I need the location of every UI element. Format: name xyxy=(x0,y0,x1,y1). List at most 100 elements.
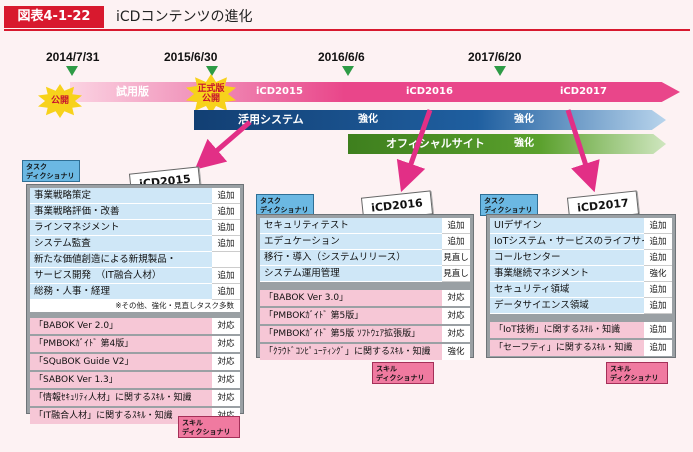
panel-icd2017: UIデザイン追加 IoTシステム・サービスのライフサイクル追加 コールセンター追… xyxy=(486,214,676,358)
skill-row: 「SABOK Ver 1.3」 対応 xyxy=(30,372,240,388)
task-name: 事業戦略策定 xyxy=(30,188,212,204)
task-row: 総務・人事・経理 追加 xyxy=(30,284,240,300)
task-row: 事業戦略評価・改善 追加 xyxy=(30,204,240,220)
skill-name: 「SABOK Ver 1.3」 xyxy=(30,372,212,388)
task-row: 移行・導入（システムリリース） 見直し xyxy=(260,250,470,266)
skill-dictionary-label: スキル ディクショナリ xyxy=(376,365,425,382)
task-status: 見直し xyxy=(442,250,470,266)
skill-list: 「IoT技術」に関するｽｷﾙ・知識 追加 「セーフティ」に関するｽｷﾙ・知識 追加 xyxy=(490,322,672,356)
task-row: セキュリティ領域 追加 xyxy=(490,282,672,298)
skill-name: 「ｸﾗｳﾄﾞｺﾝﾋﾟｭｰﾃｨﾝｸﾞ」に関するｽｷﾙ・知識 xyxy=(260,344,442,360)
skill-row: 「SQuBOK Guide V2」 対応 xyxy=(30,354,240,370)
task-name: サービス開発 （IT融合人材） xyxy=(30,268,212,284)
task-name: データサイエンス領域 xyxy=(490,298,644,314)
task-name: ラインマネジメント xyxy=(30,220,212,236)
skill-name: 「IoT技術」に関するｽｷﾙ・知識 xyxy=(490,322,644,338)
task-status: 追加 xyxy=(644,298,672,314)
task-name: セキュリティ領域 xyxy=(490,282,644,298)
skill-status: 対応 xyxy=(212,372,240,388)
skill-status: 追加 xyxy=(644,322,672,338)
task-name: IoTシステム・サービスのライフサイクル xyxy=(490,234,644,250)
skill-name: 「PMBOKｶﾞｲﾄﾞ 第5版 ｿﾌﾄｳｪｱ拡張版」 xyxy=(260,326,442,342)
task-row: 事業戦略策定 追加 xyxy=(30,188,240,204)
skill-dictionary-label: スキル ディクショナリ xyxy=(182,419,231,436)
skill-status: 対応 xyxy=(442,308,470,324)
task-dictionary-cube: タスク ディクショナリ xyxy=(480,194,538,216)
task-name: UIデザイン xyxy=(490,218,644,234)
skill-status: 対応 xyxy=(442,290,470,306)
skill-row: 「BABOK Ver 3.0」 対応 xyxy=(260,290,470,306)
skill-dictionary-cube: スキル ディクショナリ xyxy=(178,416,240,438)
skill-name: 「BABOK Ver 2.0」 xyxy=(30,318,212,334)
task-status: 追加 xyxy=(212,204,240,220)
skill-list: 「BABOK Ver 2.0」 対応 「PMBOKｶﾞｲﾄﾞ 第4版」 対応 「SQ… xyxy=(30,318,240,424)
task-row: UIデザイン 追加 xyxy=(490,218,672,234)
skill-list: 「BABOK Ver 3.0」 対応 「PMBOKｶﾞｲﾄﾞ 第5版」 対応 「PM… xyxy=(260,290,470,360)
skill-name: 「PMBOKｶﾞｲﾄﾞ 第4版」 xyxy=(30,336,212,352)
task-name: 事業戦略評価・改善 xyxy=(30,204,212,220)
skill-row: 「セーフティ」に関するｽｷﾙ・知識 追加 xyxy=(490,340,672,356)
task-list: 事業戦略策定 追加 事業戦略評価・改善 追加 ラインマネジメント 追加 システム監査追… xyxy=(30,188,240,300)
task-row: 事業継続マネジメント 強化 xyxy=(490,266,672,282)
task-name: システム運用管理 xyxy=(260,266,442,282)
task-list: UIデザイン追加 IoTシステム・サービスのライフサイクル追加 コールセンター追… xyxy=(490,218,672,314)
task-name: コールセンター xyxy=(490,250,644,266)
task-row: コールセンター 追加 xyxy=(490,250,672,266)
task-name: セキュリティテスト xyxy=(260,218,442,234)
task-row: サービス開発 （IT融合人材） 追加 xyxy=(30,268,240,284)
skill-name: 「セーフティ」に関するｽｷﾙ・知識 xyxy=(490,340,644,356)
task-name: 総務・人事・経理 xyxy=(30,284,212,300)
task-status: 追加 xyxy=(644,218,672,234)
task-row: システム運用管理 見直し xyxy=(260,266,470,282)
task-dictionary-label: タスク ディクショナリ xyxy=(26,163,75,180)
task-status: 追加 xyxy=(644,234,672,250)
task-name: システム監査 xyxy=(30,236,212,252)
task-status: 追加 xyxy=(212,284,240,300)
task-row: セキュリティテスト 追加 xyxy=(260,218,470,234)
task-status: 追加 xyxy=(442,218,470,234)
task-dictionary-cube: タスク ディクショナリ xyxy=(22,160,80,182)
skill-row: 「PMBOKｶﾞｲﾄﾞ 第5版」 対応 xyxy=(260,308,470,324)
task-name: 事業継続マネジメント xyxy=(490,266,644,282)
skill-status: 対応 xyxy=(212,318,240,334)
panel-icd2015: 事業戦略策定 追加 事業戦略評価・改善 追加 ラインマネジメント 追加 システム監査追… xyxy=(26,184,244,424)
skill-row: 「BABOK Ver 2.0」 対応 xyxy=(30,318,240,334)
skill-dictionary-cube: スキル ディクショナリ xyxy=(372,362,434,384)
skill-status: 対応 xyxy=(212,354,240,370)
skill-row: 「情報ｾｷｭﾘﾃｨ人材」に関するｽｷﾙ・知識 対応 xyxy=(30,390,240,406)
task-row: 新たな価値創造による新規製品・ xyxy=(30,252,240,268)
task-status: 追加 xyxy=(442,234,470,250)
skill-status: 対応 xyxy=(212,336,240,352)
task-row: エデュケーション 追加 xyxy=(260,234,470,250)
task-status: 追加 xyxy=(212,268,240,284)
skill-name: 「SQuBOK Guide V2」 xyxy=(30,354,212,370)
task-list: セキュリティテスト 追加 エデュケーション 追加 移行・導入（システムリリース） 見直… xyxy=(260,218,470,282)
task-status xyxy=(212,252,240,268)
arrow-icd2015 xyxy=(194,120,252,170)
task-status: 追加 xyxy=(644,282,672,298)
skill-status: 対応 xyxy=(442,326,470,342)
figure: 図表4-1-22 iCDコンテンツの進化 2014/7/31 2015/6/30… xyxy=(0,0,693,452)
skill-row: 「IoT技術」に関するｽｷﾙ・知識 追加 xyxy=(490,322,672,338)
task-status: 強化 xyxy=(644,266,672,282)
task-row: IoTシステム・サービスのライフサイクル追加 xyxy=(490,234,672,250)
task-row: システム監査 追加 xyxy=(30,236,240,252)
arrow-icd2016 xyxy=(396,109,433,193)
task-status: 追加 xyxy=(212,220,240,236)
task-name: 新たな価値創造による新規製品・ xyxy=(30,252,212,268)
task-status: 見直し xyxy=(442,266,470,282)
task-status: 追加 xyxy=(212,236,240,252)
task-row: データサイエンス領域 追加 xyxy=(490,298,672,314)
skill-status: 強化 xyxy=(442,344,470,360)
skill-status: 対応 xyxy=(212,390,240,406)
task-status: 追加 xyxy=(212,188,240,204)
skill-status: 追加 xyxy=(644,340,672,356)
task-note: ※その他、強化・見直しタスク多数 xyxy=(30,300,240,312)
task-row: ラインマネジメント 追加 xyxy=(30,220,240,236)
task-name: エデュケーション xyxy=(260,234,442,250)
skill-row: 「PMBOKｶﾞｲﾄﾞ 第4版」 対応 xyxy=(30,336,240,352)
task-dictionary-label: タスク ディクショナリ xyxy=(484,197,533,214)
panel-icd2016: セキュリティテスト 追加 エデュケーション 追加 移行・導入（システムリリース） 見直… xyxy=(256,214,474,360)
task-dictionary-label: タスク ディクショナリ xyxy=(260,197,309,214)
skill-name: 「PMBOKｶﾞｲﾄﾞ 第5版」 xyxy=(260,308,442,324)
